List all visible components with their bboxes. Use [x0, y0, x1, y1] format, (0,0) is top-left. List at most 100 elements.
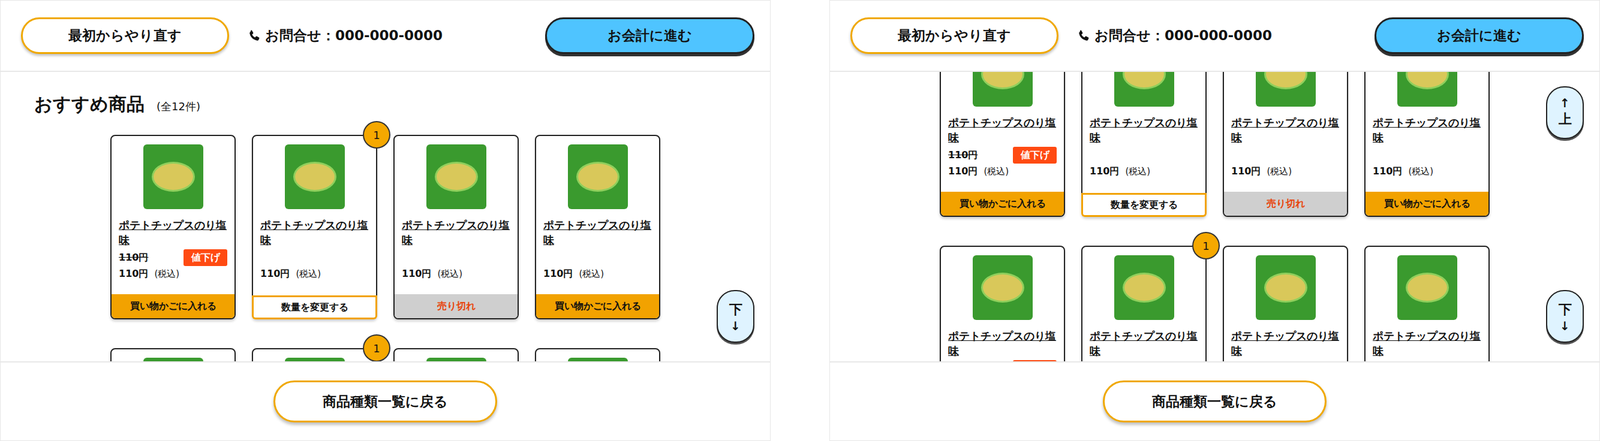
- product-photo: [143, 358, 204, 362]
- scroll-down-button[interactable]: 下 ↓: [716, 290, 755, 344]
- product-card[interactable]: 1 ポテトチップスのり塩味 110円 (税込) 数量を変更する: [251, 134, 378, 320]
- card-action-button: 売り切れ: [1223, 191, 1347, 216]
- price-row: 110円 (税込): [1223, 164, 1347, 179]
- checkout-button[interactable]: お会計に進む: [545, 17, 755, 54]
- price: 110円: [118, 268, 149, 281]
- product-card[interactable]: [110, 348, 236, 362]
- product-area[interactable]: ポテトチップスのり塩味 110円 値下げ 110円 (税込) 買い物かごに入れる…: [829, 71, 1600, 362]
- card-action-button[interactable]: 数量を変更する: [1081, 193, 1207, 218]
- kiosk-screen: 最初からやり直す お問合せ：000-000-0000 お会計に進む おすすめ商品…: [0, 0, 771, 441]
- product-name[interactable]: ポテトチップスのり塩味: [1372, 115, 1482, 146]
- item-total: (全12件): [156, 99, 201, 114]
- product-photo: [426, 358, 487, 362]
- phone-icon: [247, 28, 262, 44]
- card-action-button: 売り切れ: [394, 294, 518, 319]
- product-name[interactable]: ポテトチップスのり塩味: [1089, 115, 1199, 146]
- header: 最初からやり直す お問合せ：000-000-0000 お会計に進む: [829, 0, 1600, 72]
- product-card[interactable]: ポテトチップスのり塩味 110円 値下げ 110円 (税込) 買い物かごに入れる: [110, 134, 236, 320]
- old-price-row: [940, 358, 1064, 362]
- product-card[interactable]: [534, 348, 661, 362]
- product-card[interactable]: ポテトチップスのり塩味: [939, 245, 1066, 362]
- card-action-button[interactable]: 買い物かごに入れる: [940, 191, 1064, 216]
- price-row: 110円 (税込): [253, 266, 377, 281]
- product-photo: [1255, 71, 1316, 107]
- old-price-row: [394, 247, 518, 267]
- card-action-button[interactable]: 買い物かごに入れる: [111, 294, 235, 319]
- phone-text: お問合せ：000-000-0000: [265, 26, 443, 45]
- scroll-down-button[interactable]: 下 ↓: [1546, 290, 1584, 344]
- product-list: おすすめ商品 (全12件) ポテトチップスのり塩味 110円 値下げ 110円 …: [0, 71, 771, 362]
- scroll-up-button[interactable]: ↑ 上: [1546, 86, 1584, 140]
- tax-note: (税込): [578, 268, 604, 281]
- sale-badge: 値下げ: [183, 249, 228, 267]
- product-card[interactable]: ポテトチップスのり塩味: [1222, 245, 1349, 362]
- phone-contact: お問合せ：000-000-0000: [247, 26, 443, 45]
- scroll-label: 下: [729, 301, 743, 320]
- checkout-button[interactable]: お会計に進む: [1374, 17, 1584, 54]
- product-photo: [1255, 255, 1316, 321]
- footer: 商品種類一覧に戻る: [0, 361, 771, 441]
- product-photo: [426, 144, 487, 210]
- tax-note: (税込): [1125, 166, 1151, 178]
- product-card[interactable]: ポテトチップスのり塩味: [1364, 245, 1490, 362]
- card-action-button[interactable]: 買い物かごに入れる: [1365, 191, 1489, 216]
- section-title: おすすめ商品 (全12件): [0, 71, 771, 117]
- back-button[interactable]: 商品種類一覧に戻る: [273, 380, 498, 423]
- phone-text: お問合せ：000-000-0000: [1094, 26, 1272, 45]
- product-photo: [284, 144, 345, 210]
- price-row: 110円 (税込): [940, 164, 1064, 179]
- card-action-button[interactable]: 数量を変更する: [251, 295, 378, 320]
- product-photo: [143, 144, 204, 210]
- product-name[interactable]: ポテトチップスのり塩味: [1231, 328, 1340, 359]
- product-name[interactable]: ポテトチップスのり塩味: [1372, 328, 1482, 359]
- product-area[interactable]: おすすめ商品 (全12件) ポテトチップスのり塩味 110円 値下げ 110円 …: [0, 71, 771, 362]
- back-button[interactable]: 商品種類一覧に戻る: [1102, 380, 1327, 423]
- product-row: 1: [110, 348, 661, 362]
- product-name[interactable]: ポテトチップスのり塩味: [260, 217, 369, 248]
- product-card[interactable]: 1 ポテトチップスのり塩味: [1081, 245, 1207, 362]
- product-photo: [1114, 71, 1175, 107]
- price-row: 110円 (税込): [111, 266, 235, 281]
- old-price-row: [1082, 145, 1206, 165]
- product-name[interactable]: ポテトチップスのり塩味: [1231, 115, 1340, 146]
- product-card[interactable]: ポテトチップスのり塩味 110円 (税込) 数量を変更する: [1081, 71, 1207, 218]
- price-row: 110円 (税込): [536, 266, 660, 281]
- arrow-down-icon: ↓: [730, 320, 741, 333]
- product-card[interactable]: ポテトチップスのり塩味 110円 (税込) 売り切れ: [1222, 71, 1349, 218]
- product-card[interactable]: ポテトチップスのり塩味 110円 (税込) 買い物かごに入れる: [1364, 71, 1490, 218]
- product-name[interactable]: ポテトチップスのり塩味: [401, 217, 511, 248]
- header: 最初からやり直す お問合せ：000-000-0000 お会計に進む: [0, 0, 771, 72]
- product-name[interactable]: ポテトチップスのり塩味: [1089, 328, 1199, 359]
- product-name[interactable]: ポテトチップスのり塩味: [118, 217, 228, 248]
- tax-note: (税込): [437, 268, 463, 281]
- product-photo: [567, 144, 628, 210]
- product-photo: [284, 358, 345, 362]
- product-card[interactable]: ポテトチップスのり塩味 110円 値下げ 110円 (税込) 買い物かごに入れる: [939, 71, 1066, 218]
- price: 110円: [401, 268, 432, 281]
- price: 110円: [1231, 165, 1261, 179]
- restart-button[interactable]: 最初からやり直す: [850, 17, 1059, 54]
- product-photo: [567, 358, 628, 362]
- price: 110円: [543, 268, 573, 281]
- scroll-label: 下: [1558, 301, 1572, 320]
- product-card[interactable]: ポテトチップスのり塩味 110円 (税込) 買い物かごに入れる: [534, 134, 661, 320]
- quantity-badge: 1: [1192, 232, 1220, 260]
- product-name[interactable]: ポテトチップスのり塩味: [948, 328, 1057, 359]
- title-text: おすすめ商品: [34, 92, 145, 117]
- product-name[interactable]: ポテトチップスのり塩味: [543, 217, 652, 248]
- product-name[interactable]: ポテトチップスのり塩味: [948, 115, 1057, 146]
- old-price-row: [1223, 358, 1347, 362]
- kiosk-screen: 最初からやり直す お問合せ：000-000-0000 お会計に進む ポテトチップ…: [829, 0, 1600, 441]
- old-price: 110円: [948, 149, 978, 162]
- product-row: ポテトチップスのり塩味 110円 値下げ 110円 (税込) 買い物かごに入れる…: [110, 134, 661, 320]
- old-price-row: [1223, 145, 1347, 165]
- tax-note: (税込): [1266, 166, 1292, 178]
- card-action-button[interactable]: 買い物かごに入れる: [536, 294, 660, 319]
- scroll-label: 上: [1558, 110, 1572, 129]
- product-card[interactable]: [393, 348, 519, 362]
- page: 最初からやり直す お問合せ：000-000-0000 お会計に進む おすすめ商品…: [0, 0, 1600, 441]
- restart-button[interactable]: 最初からやり直す: [20, 17, 230, 54]
- product-card[interactable]: ポテトチップスのり塩味 110円 (税込) 売り切れ: [393, 134, 519, 320]
- tax-note: (税込): [295, 268, 321, 281]
- product-card[interactable]: 1: [251, 348, 378, 362]
